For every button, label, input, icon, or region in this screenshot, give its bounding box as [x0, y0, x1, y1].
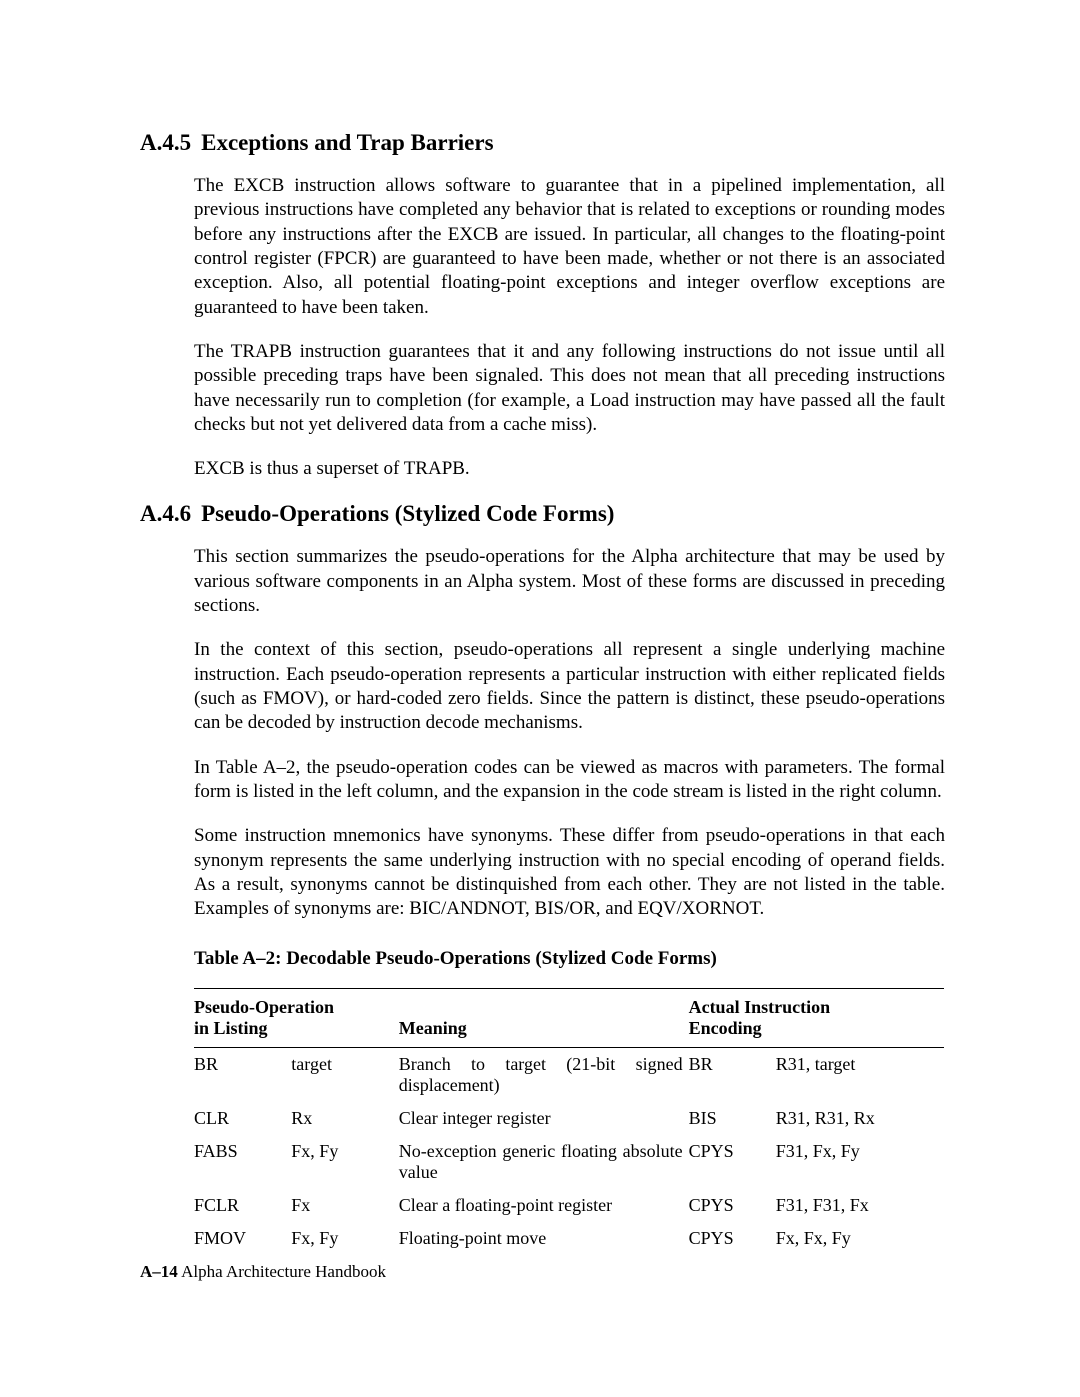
- pseudo-ops-table: Pseudo-Operation in Listing Meaning Actu…: [194, 988, 944, 1255]
- table-row: FCLR Fx Clear a floating-point register …: [194, 1189, 944, 1222]
- section-number: A.4.5: [140, 130, 191, 156]
- paragraph: In Table A–2, the pseudo-operation codes…: [194, 756, 945, 805]
- table-row: FABS Fx, Fy No-exception generic floatin…: [194, 1135, 944, 1189]
- cell-arg: target: [291, 1047, 398, 1102]
- section-title: Exceptions and Trap Barriers: [201, 130, 493, 155]
- table-row: FMOV Fx, Fy Floating-point move CPYS Fx,…: [194, 1222, 944, 1255]
- table-row: CLR Rx Clear integer register BIS R31, R…: [194, 1102, 944, 1135]
- cell-meaning: Clear a floating-point register: [399, 1189, 689, 1222]
- cell-enc: R31, target: [776, 1047, 944, 1102]
- section-title: Pseudo-Operations (Stylized Code Forms): [201, 501, 614, 526]
- page: A.4.5 Exceptions and Trap Barriers The EX…: [0, 0, 1080, 1397]
- section-heading-a46: A.4.6 Pseudo-Operations (Stylized Code Fo…: [140, 501, 945, 527]
- cell-meaning: Clear integer register: [399, 1102, 689, 1135]
- paragraph: The TRAPB instruction guarantees that it…: [194, 340, 945, 437]
- cell-op: FMOV: [194, 1222, 291, 1255]
- cell-arg: Fx, Fy: [291, 1222, 398, 1255]
- cell-inst: BR: [689, 1047, 776, 1102]
- page-footer: A–14 Alpha Architecture Handbook: [140, 1262, 386, 1282]
- cell-inst: BIS: [689, 1102, 776, 1135]
- page-number: A–14: [140, 1262, 178, 1281]
- table-header-pseudo-op: Pseudo-Operation in Listing: [194, 988, 399, 1047]
- cell-meaning: No-exception generic floating absolute v…: [399, 1135, 689, 1189]
- cell-op: BR: [194, 1047, 291, 1102]
- table-header-meaning: Meaning: [399, 988, 689, 1047]
- cell-arg: Rx: [291, 1102, 398, 1135]
- cell-enc: Fx, Fx, Fy: [776, 1222, 944, 1255]
- cell-op: FCLR: [194, 1189, 291, 1222]
- table-row: BR target Branch to target (21-bit signe…: [194, 1047, 944, 1102]
- cell-inst: CPYS: [689, 1135, 776, 1189]
- cell-enc: F31, F31, Fx: [776, 1189, 944, 1222]
- table-caption: Table A–2: Decodable Pseudo-Operations (…: [194, 948, 945, 970]
- paragraph: This section summarizes the pseudo-opera…: [194, 545, 945, 618]
- cell-op: FABS: [194, 1135, 291, 1189]
- cell-enc: F31, Fx, Fy: [776, 1135, 944, 1189]
- paragraph: In the context of this section, pseudo-o…: [194, 638, 945, 735]
- cell-inst: CPYS: [689, 1189, 776, 1222]
- paragraph: EXCB is thus a superset of TRAPB.: [194, 457, 945, 481]
- section-number: A.4.6: [140, 501, 191, 527]
- book-title: Alpha Architecture Handbook: [181, 1262, 386, 1281]
- section-heading-a45: A.4.5 Exceptions and Trap Barriers: [140, 130, 945, 156]
- cell-meaning: Floating-point move: [399, 1222, 689, 1255]
- cell-arg: Fx: [291, 1189, 398, 1222]
- cell-enc: R31, R31, Rx: [776, 1102, 944, 1135]
- cell-op: CLR: [194, 1102, 291, 1135]
- cell-arg: Fx, Fy: [291, 1135, 398, 1189]
- cell-inst: CPYS: [689, 1222, 776, 1255]
- cell-meaning: Branch to target (21-bit signed displace…: [399, 1047, 689, 1102]
- table-header-encoding: Actual Instruction Encoding: [689, 988, 944, 1047]
- paragraph: The EXCB instruction allows software to …: [194, 174, 945, 320]
- paragraph: Some instruction mnemonics have synonyms…: [194, 824, 945, 921]
